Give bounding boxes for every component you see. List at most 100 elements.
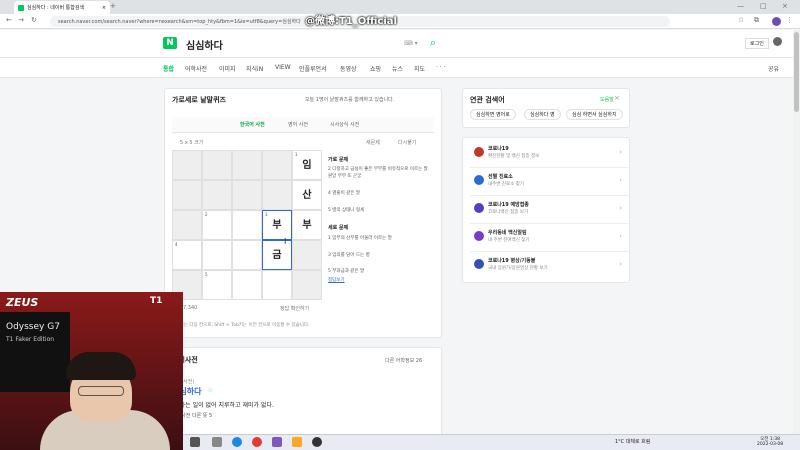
tab-news[interactable]: 뉴스	[392, 64, 403, 73]
clue-across[interactable]: 5 병의 상태나 형세	[328, 207, 364, 213]
grid-cell[interactable]	[232, 240, 262, 270]
player-name: ZEUS	[6, 296, 39, 309]
related-title: 연관 검색어	[470, 96, 505, 104]
covid-item[interactable]: 코로나19 확진현황 및 백신 접종 정보 ›	[470, 140, 628, 168]
weather-widget[interactable]: 1°C 대체로 흐림	[615, 438, 650, 445]
grid-cell[interactable]	[202, 240, 232, 270]
minimize-icon[interactable]: —	[737, 1, 744, 12]
obs-icon[interactable]	[312, 437, 322, 447]
keyboard-icon[interactable]: ⌨ ▾	[404, 40, 418, 47]
related-chip[interactable]: 심심하면 영어로	[470, 109, 516, 120]
location-pin-icon	[474, 175, 484, 185]
search-icon[interactable]	[190, 437, 200, 447]
covid-item[interactable]: 선별 진료소 내주변 진료소 찾기 ›	[470, 168, 628, 196]
user-menu-icon[interactable]	[773, 37, 782, 46]
chevron-right-icon: ›	[619, 232, 622, 240]
tab-integrated[interactable]: 통합	[163, 64, 174, 73]
tab-images[interactable]: 이미지	[219, 64, 236, 73]
t1-logo: T1	[150, 296, 163, 306]
grid-cell	[202, 180, 232, 210]
grid-cell[interactable]: 부	[292, 210, 322, 240]
extensions-icon[interactable]: ⧉	[754, 15, 759, 26]
tab-map[interactable]: 지도	[414, 64, 425, 73]
grid-cell-active[interactable]: 금	[262, 240, 292, 270]
grid-cell-active[interactable]: 3부	[262, 210, 292, 240]
monitor-brand: Odyssey G7	[6, 322, 60, 332]
tab-title: 심심하다 : 네이버 통합검색	[27, 5, 85, 11]
profile-avatar[interactable]	[772, 17, 781, 26]
grid-cell[interactable]	[262, 270, 292, 300]
reload-icon[interactable]: ↻	[31, 15, 37, 26]
grid-cell	[172, 180, 202, 210]
grid-cell[interactable]: 산	[292, 180, 322, 210]
clue-down[interactable]: 3 임의를 담아 드는 병	[328, 252, 370, 258]
share-button[interactable]: 공유	[768, 64, 779, 73]
size-select[interactable]: 5 x 5 크기	[180, 139, 203, 146]
back-icon[interactable]: ←	[6, 15, 12, 26]
tab-view[interactable]: VIEW	[275, 64, 291, 71]
glasses	[78, 386, 124, 396]
grid-cell[interactable]: 1임	[292, 150, 322, 180]
search-query[interactable]: 심심하다	[186, 37, 223, 52]
text-cursor-icon: I	[284, 237, 287, 246]
tab-dictionary[interactable]: 어학사전	[185, 64, 207, 73]
close-icon[interactable]: ×	[614, 94, 620, 102]
clue-across[interactable]: 2 다정하고 금실이 좋은 부부를 비유적으로 이르는 말. 원앙 부부 또 곤…	[328, 166, 433, 180]
maximize-icon[interactable]: □	[760, 1, 767, 12]
covid-item[interactable]: 우리동네 백신알림 내 주변 잔여백신 찾기 ›	[470, 224, 628, 252]
tab-more[interactable]: · · ·	[436, 64, 446, 71]
check-answer-button[interactable]: 정답 확인하기	[280, 305, 309, 312]
clue-down[interactable]: 1 임부의 산부를 아울러 이르는 말	[328, 235, 392, 241]
grid-cell[interactable]	[232, 270, 262, 300]
grid-cell	[232, 150, 262, 180]
clue-across[interactable]: 4 옆줄이 같은 말	[328, 190, 360, 196]
clock[interactable]: 오전 1:38 2022-03-08	[757, 436, 783, 447]
app-icon[interactable]	[272, 437, 282, 447]
new-tab-button[interactable]: +	[110, 1, 116, 12]
naver-favicon-icon	[18, 4, 24, 11]
window-close-icon[interactable]: ×	[782, 1, 788, 12]
grid-cell	[262, 150, 292, 180]
bookmark-star-icon[interactable]: ☆	[738, 15, 744, 26]
tab-kin[interactable]: 지식iN	[246, 64, 263, 73]
down-title: 세로 문제	[328, 225, 349, 231]
tab-shopping[interactable]: 쇼핑	[370, 64, 381, 73]
covid-item[interactable]: 코로나19 예방접종 코로나백신 접종 보기 ›	[470, 196, 628, 224]
tab-current-affairs[interactable]: 시사상식 사전	[330, 121, 359, 128]
search-icon[interactable]: ⌕	[430, 36, 436, 50]
task-view-icon[interactable]	[212, 437, 222, 447]
login-button[interactable]: 로그인	[745, 38, 769, 49]
browser-tab[interactable]: 심심하다 : 네이버 통합검색 ×	[14, 1, 110, 14]
edge-icon[interactable]	[232, 437, 242, 447]
tab-strip	[0, 0, 800, 14]
retry-button[interactable]: 다시풀기	[398, 139, 416, 146]
clue-down[interactable]: 5 부과금과 같은 말	[328, 268, 364, 274]
related-chip[interactable]: 심심하다 영	[524, 109, 561, 120]
help-badge[interactable]: 도움말	[600, 96, 614, 103]
scrollbar-thumb[interactable]	[794, 32, 799, 112]
pronunciation-icon[interactable]: ☞	[208, 387, 213, 394]
folder-icon[interactable]	[292, 437, 302, 447]
quiz-title: 가로세로 낱말퀴즈	[172, 96, 226, 104]
grid-cell[interactable]: 5	[202, 270, 232, 300]
tab-english-dict[interactable]: 영어 사전	[288, 121, 308, 128]
new-quiz-button[interactable]: 새문제	[366, 139, 380, 146]
close-icon[interactable]: ×	[102, 5, 106, 11]
covid-item[interactable]: 코로나19 병상/기동불 국내 응원가/응원영상 현황 보기 ›	[470, 252, 628, 280]
show-answer-link[interactable]: 정답보기	[328, 277, 345, 283]
tab-video[interactable]: 동영상	[340, 64, 357, 73]
clock-date: 2022-03-08	[757, 442, 784, 447]
grid-cell[interactable]: 2	[202, 210, 232, 240]
chrome-icon[interactable]	[252, 437, 262, 447]
menu-icon[interactable]: ⋮	[786, 15, 793, 26]
other-dict-link[interactable]: 다른 어학정보 26	[385, 357, 422, 364]
tab-influencer[interactable]: 인플루언서	[299, 64, 327, 73]
tab-korean-dict[interactable]: 한국어 사전	[240, 121, 265, 128]
grid-cell[interactable]: 4	[172, 240, 202, 270]
related-chip[interactable]: 심심 하면서 심심하지	[566, 109, 623, 120]
grid-cell[interactable]	[232, 210, 262, 240]
naver-header	[0, 30, 800, 58]
chevron-right-icon: ›	[619, 204, 622, 212]
naver-logo[interactable]: N	[163, 37, 177, 49]
forward-icon[interactable]: →	[18, 15, 24, 26]
